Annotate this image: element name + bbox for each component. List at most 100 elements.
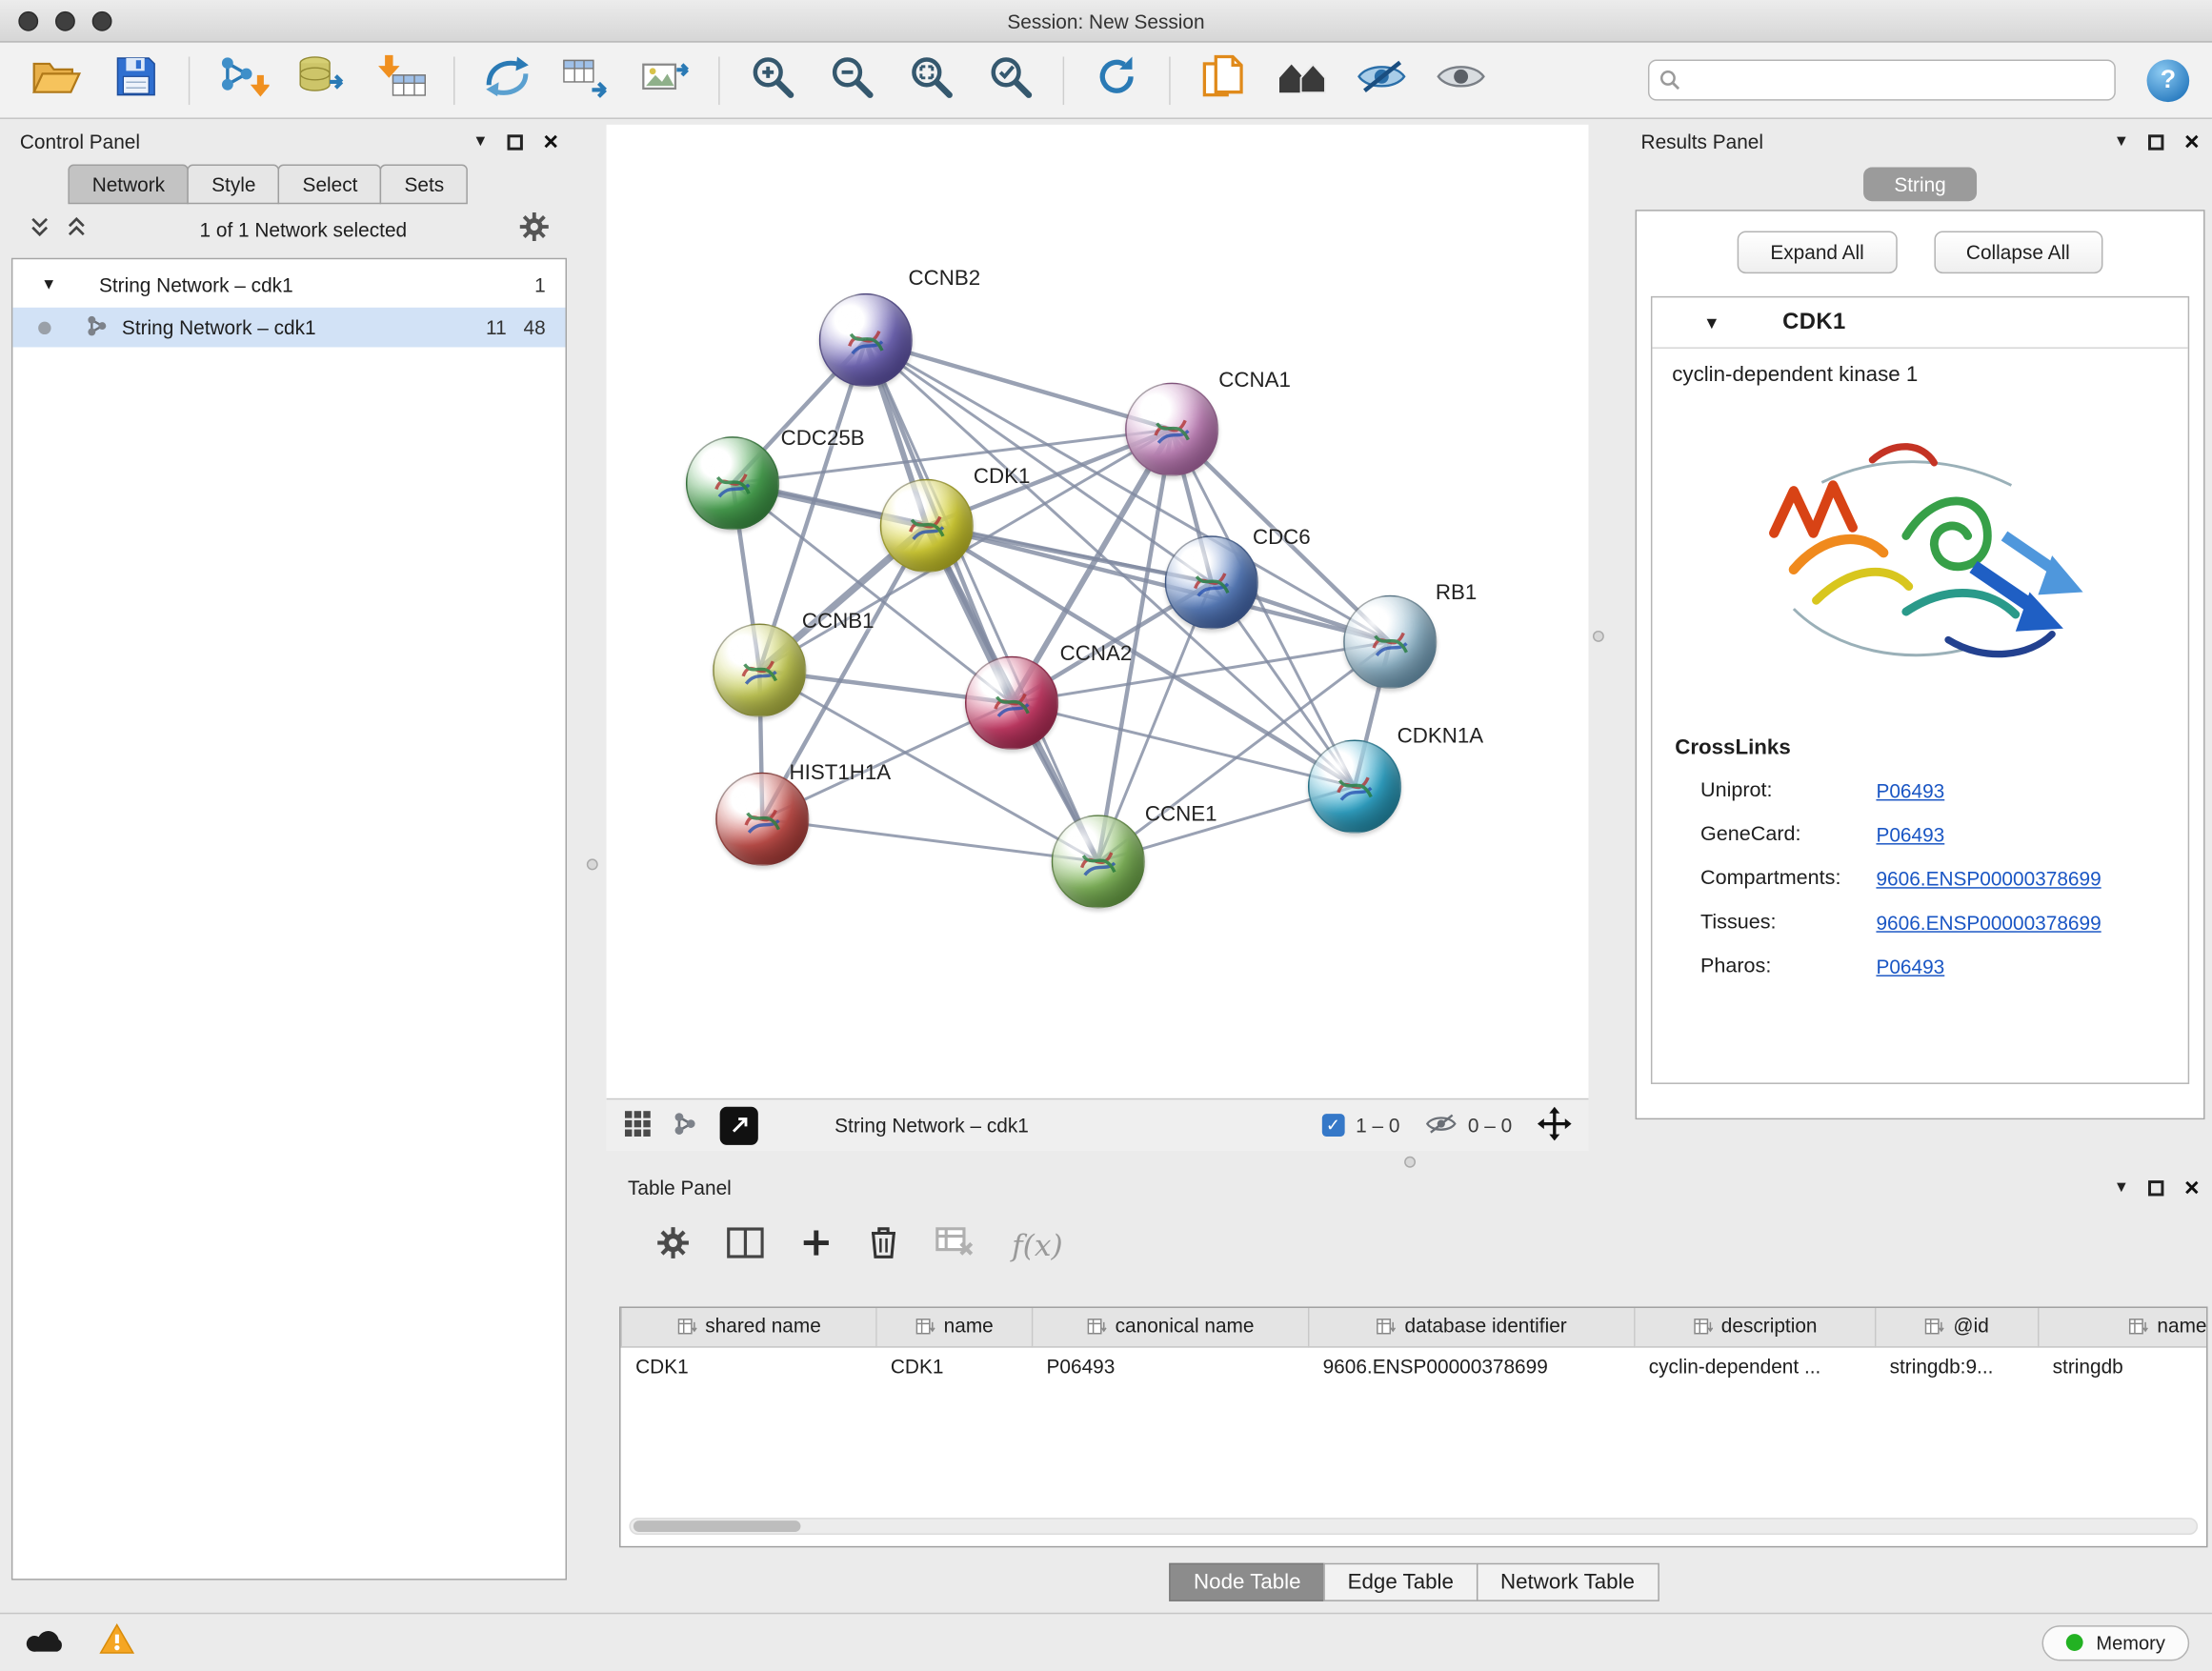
- panel-float-icon[interactable]: [508, 134, 523, 150]
- crosslink-tissues-link[interactable]: 9606.ENSP00000378699: [1876, 911, 2101, 934]
- panel-menu-caret-icon[interactable]: ▼: [2114, 1179, 2129, 1195]
- network-node-CCNB2[interactable]: [819, 293, 913, 387]
- panel-menu-caret-icon[interactable]: ▼: [2114, 134, 2129, 150]
- selected-checkbox-icon[interactable]: ✓: [1321, 1114, 1344, 1137]
- bottom-splitter-handle[interactable]: [1404, 1157, 1416, 1168]
- collection-disclosure-icon[interactable]: ▼: [41, 276, 56, 293]
- network-node-CCNA2[interactable]: [965, 656, 1058, 750]
- tab-style[interactable]: Style: [188, 165, 280, 205]
- hide-graphics-details-button[interactable]: [1348, 49, 1416, 111]
- pan-crosshair-icon[interactable]: [1538, 1106, 1572, 1144]
- first-neighbors-button[interactable]: [473, 49, 541, 111]
- tab-edge-table[interactable]: Edge Table: [1323, 1563, 1478, 1601]
- network-node-HIST1H1A[interactable]: [715, 773, 809, 866]
- network-node-CDC6[interactable]: [1165, 535, 1258, 629]
- network-node-CDC25B[interactable]: [686, 436, 779, 530]
- new-network-from-selection-button[interactable]: [553, 49, 620, 111]
- tab-sets[interactable]: Sets: [380, 165, 468, 205]
- help-button[interactable]: ?: [2147, 59, 2190, 102]
- column-header-description[interactable]: description: [1635, 1308, 1876, 1346]
- zoom-out-button[interactable]: [817, 49, 885, 111]
- scrollbar-thumb[interactable]: [633, 1520, 801, 1532]
- apply-layout-button[interactable]: [1082, 49, 1150, 111]
- cloud-icon[interactable]: [23, 1623, 69, 1661]
- node-details-header[interactable]: ▼ CDK1: [1652, 297, 2187, 349]
- column-header-database-identifier[interactable]: database identifier: [1309, 1308, 1635, 1346]
- panel-close-icon[interactable]: ×: [2184, 1175, 2200, 1200]
- cell-name[interactable]: CDK1: [876, 1346, 1033, 1384]
- cell-id[interactable]: stringdb:9...: [1876, 1346, 2039, 1384]
- cell-namespace[interactable]: stringdb: [2039, 1346, 2208, 1384]
- panel-close-icon[interactable]: ×: [2184, 129, 2200, 154]
- network-node-RB1[interactable]: [1343, 595, 1437, 689]
- zoom-in-button[interactable]: [738, 49, 806, 111]
- panel-float-icon[interactable]: [2149, 134, 2164, 150]
- import-network-database-button[interactable]: [288, 49, 355, 111]
- network-canvas[interactable]: CCNB2CCNA1CDC25BCDK1CDC6RB1CCNB1CCNA2CDK…: [607, 125, 1589, 1098]
- detach-view-button[interactable]: [720, 1106, 758, 1144]
- save-session-button[interactable]: [102, 49, 170, 111]
- network-node-CCNE1[interactable]: [1052, 815, 1145, 908]
- network-collection-row[interactable]: ▼ String Network – cdk1 1: [12, 265, 565, 305]
- network-row-selected[interactable]: String Network – cdk1 11 48: [12, 308, 565, 348]
- open-session-button[interactable]: [23, 49, 90, 111]
- network-edge[interactable]: [866, 340, 1098, 861]
- cell-canonical-name[interactable]: P06493: [1033, 1346, 1309, 1384]
- horizontal-scrollbar[interactable]: [629, 1518, 2198, 1535]
- panel-float-icon[interactable]: [2149, 1179, 2164, 1195]
- function-builder-button[interactable]: f(x): [1012, 1229, 1063, 1263]
- tab-network-table[interactable]: Network Table: [1477, 1563, 1659, 1601]
- tab-select[interactable]: Select: [278, 165, 381, 205]
- close-window-button[interactable]: [18, 11, 38, 31]
- search-input[interactable]: [1648, 59, 2116, 100]
- cell-description[interactable]: cyclin-dependent ...: [1635, 1346, 1876, 1384]
- zoom-fit-button[interactable]: [897, 49, 965, 111]
- network-edge[interactable]: [927, 526, 1390, 642]
- table-settings-gear-icon[interactable]: [656, 1225, 691, 1266]
- collapse-all-button[interactable]: Collapse All: [1934, 231, 2102, 273]
- crosslink-pharos-link[interactable]: P06493: [1876, 955, 1944, 977]
- column-header-canonical-name[interactable]: canonical name: [1033, 1308, 1309, 1346]
- hidden-eye-slash-icon[interactable]: [1425, 1112, 1457, 1138]
- collapse-all-icon[interactable]: [29, 214, 51, 244]
- delete-table-icon[interactable]: [935, 1227, 975, 1264]
- add-column-icon[interactable]: [800, 1226, 832, 1264]
- network-edge[interactable]: [762, 819, 1098, 862]
- cell-database-identifier[interactable]: 9606.ENSP00000378699: [1309, 1346, 1635, 1384]
- show-graphics-details-button[interactable]: [1427, 49, 1495, 111]
- warning-icon[interactable]: [99, 1622, 134, 1662]
- column-header-shared-name[interactable]: shared name: [621, 1308, 876, 1346]
- column-header-id[interactable]: @id: [1876, 1308, 2039, 1346]
- panel-close-icon[interactable]: ×: [543, 129, 558, 154]
- grid-view-icon[interactable]: [624, 1109, 653, 1141]
- tab-node-table[interactable]: Node Table: [1170, 1563, 1325, 1601]
- crosslink-genecard-link[interactable]: P06493: [1876, 822, 1944, 845]
- import-table-button[interactable]: [367, 49, 434, 111]
- table-row[interactable]: CDK1 CDK1 P06493 9606.ENSP00000378699 cy…: [621, 1346, 2207, 1384]
- maximize-window-button[interactable]: [92, 11, 112, 31]
- column-header-namespace[interactable]: namespace: [2039, 1308, 2208, 1346]
- zoom-selected-button[interactable]: [976, 49, 1044, 111]
- home-views-button[interactable]: [1268, 49, 1336, 111]
- network-node-CDK1[interactable]: [880, 479, 974, 573]
- expand-all-icon[interactable]: [65, 214, 88, 244]
- export-image-button[interactable]: [632, 49, 699, 111]
- tab-network[interactable]: Network: [68, 165, 189, 205]
- column-header-name[interactable]: name: [876, 1308, 1033, 1346]
- import-network-file-button[interactable]: [209, 49, 276, 111]
- minimize-window-button[interactable]: [55, 11, 75, 31]
- network-share-icon[interactable]: [672, 1109, 700, 1141]
- memory-button[interactable]: Memory: [2042, 1624, 2189, 1660]
- show-columns-icon[interactable]: [727, 1226, 764, 1264]
- network-edges[interactable]: [607, 125, 1589, 1098]
- left-splitter-handle[interactable]: [587, 858, 598, 870]
- crosslink-compartments-link[interactable]: 9606.ENSP00000378699: [1876, 867, 2101, 890]
- delete-column-trash-icon[interactable]: [869, 1224, 898, 1267]
- network-node-CDKN1A[interactable]: [1308, 739, 1401, 833]
- documents-button[interactable]: [1189, 49, 1257, 111]
- cell-shared-name[interactable]: CDK1: [621, 1346, 876, 1384]
- right-splitter-handle[interactable]: [1593, 631, 1604, 642]
- section-disclosure-icon[interactable]: ▼: [1703, 312, 1720, 332]
- expand-all-button[interactable]: Expand All: [1738, 231, 1897, 273]
- network-node-CCNB1[interactable]: [713, 624, 806, 717]
